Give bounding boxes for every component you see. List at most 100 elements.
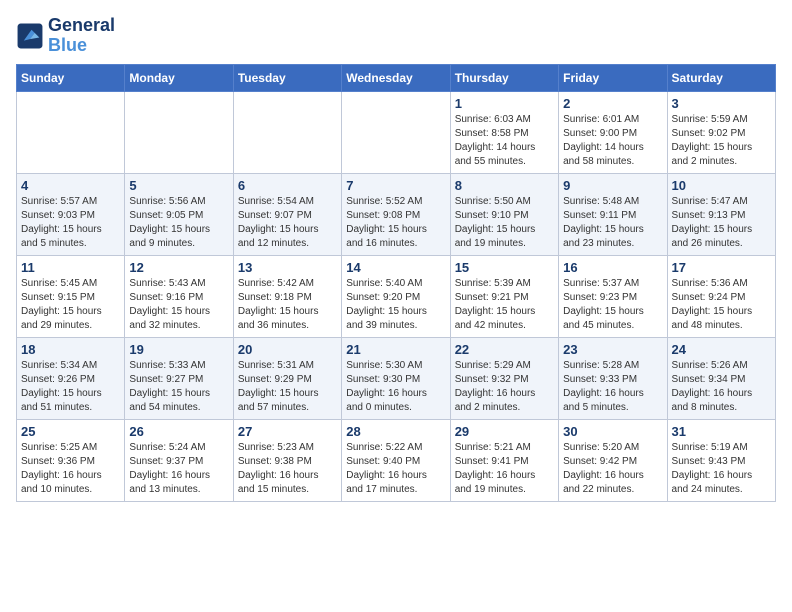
calendar-cell: 28 Sunrise: 5:22 AMSunset: 9:40 PMDayligh… — [342, 419, 450, 501]
day-header-wednesday: Wednesday — [342, 64, 450, 91]
day-info: Sunrise: 5:24 AMSunset: 9:37 PMDaylight:… — [129, 441, 228, 497]
day-info: Sunrise: 5:31 AMSunset: 9:29 PMDaylight:… — [238, 359, 337, 415]
calendar-cell: 1Sunrise: 6:03 AMSunset: 8:58 PMDaylight… — [450, 91, 558, 173]
day-info: Sunrise: 5:56 AMSunset: 9:05 PMDaylight:… — [129, 195, 228, 251]
day-number: 4 — [21, 178, 120, 193]
calendar-week-4: 18 Sunrise: 5:34 AMSunset: 9:26 PMDayligh… — [17, 337, 776, 419]
calendar-cell: 25 Sunrise: 5:25 AMSunset: 9:36 PMDayligh… — [17, 419, 125, 501]
day-info: Sunrise: 6:01 AMSunset: 9:00 PMDaylight:… — [563, 113, 662, 169]
day-info: Sunrise: 5:37 AMSunset: 9:23 PMDaylight:… — [563, 277, 662, 333]
calendar-cell: 11 Sunrise: 5:45 AMSunset: 9:15 PMDayligh… — [17, 255, 125, 337]
calendar-cell: 24Sunrise: 5:26 AMSunset: 9:34 PMDayligh… — [667, 337, 775, 419]
day-number: 29 — [455, 424, 554, 439]
calendar-week-5: 25 Sunrise: 5:25 AMSunset: 9:36 PMDayligh… — [17, 419, 776, 501]
calendar-cell: 13 Sunrise: 5:42 AMSunset: 9:18 PMDayligh… — [233, 255, 341, 337]
calendar-cell — [125, 91, 233, 173]
calendar-cell: 31Sunrise: 5:19 AMSunset: 9:43 PMDayligh… — [667, 419, 775, 501]
calendar-cell: 10 Sunrise: 5:47 AMSunset: 9:13 PMDayligh… — [667, 173, 775, 255]
calendar-cell: 6 Sunrise: 5:54 AMSunset: 9:07 PMDaylight… — [233, 173, 341, 255]
day-info: Sunrise: 5:36 AMSunset: 9:24 PMDaylight:… — [672, 277, 771, 333]
day-info: Sunrise: 5:25 AMSunset: 9:36 PMDaylight:… — [21, 441, 120, 497]
calendar-week-1: 1Sunrise: 6:03 AMSunset: 8:58 PMDaylight… — [17, 91, 776, 173]
calendar-cell: 4 Sunrise: 5:57 AMSunset: 9:03 PMDaylight… — [17, 173, 125, 255]
day-info: Sunrise: 5:52 AMSunset: 9:08 PMDaylight:… — [346, 195, 445, 251]
day-info: Sunrise: 5:39 AMSunset: 9:21 PMDaylight:… — [455, 277, 554, 333]
calendar-cell: 18 Sunrise: 5:34 AMSunset: 9:26 PMDayligh… — [17, 337, 125, 419]
calendar-cell: 16 Sunrise: 5:37 AMSunset: 9:23 PMDayligh… — [559, 255, 667, 337]
day-number: 20 — [238, 342, 337, 357]
calendar-cell: 22Sunrise: 5:29 AMSunset: 9:32 PMDayligh… — [450, 337, 558, 419]
day-info: Sunrise: 5:42 AMSunset: 9:18 PMDaylight:… — [238, 277, 337, 333]
day-info: Sunrise: 5:20 AMSunset: 9:42 PMDaylight:… — [563, 441, 662, 497]
day-info: Sunrise: 5:28 AMSunset: 9:33 PMDaylight:… — [563, 359, 662, 415]
day-info: Sunrise: 5:57 AMSunset: 9:03 PMDaylight:… — [21, 195, 120, 251]
day-number: 5 — [129, 178, 228, 193]
day-info: Sunrise: 5:47 AMSunset: 9:13 PMDaylight:… — [672, 195, 771, 251]
calendar-week-2: 4 Sunrise: 5:57 AMSunset: 9:03 PMDaylight… — [17, 173, 776, 255]
day-number: 7 — [346, 178, 445, 193]
calendar-week-3: 11 Sunrise: 5:45 AMSunset: 9:15 PMDayligh… — [17, 255, 776, 337]
calendar-cell: 5 Sunrise: 5:56 AMSunset: 9:05 PMDaylight… — [125, 173, 233, 255]
calendar-cell: 15 Sunrise: 5:39 AMSunset: 9:21 PMDayligh… — [450, 255, 558, 337]
day-info: Sunrise: 5:54 AMSunset: 9:07 PMDaylight:… — [238, 195, 337, 251]
day-header-thursday: Thursday — [450, 64, 558, 91]
day-number: 8 — [455, 178, 554, 193]
day-header-friday: Friday — [559, 64, 667, 91]
logo: General Blue — [16, 16, 115, 56]
calendar-cell: 29Sunrise: 5:21 AMSunset: 9:41 PMDayligh… — [450, 419, 558, 501]
day-number: 15 — [455, 260, 554, 275]
calendar-cell: 14 Sunrise: 5:40 AMSunset: 9:20 PMDayligh… — [342, 255, 450, 337]
calendar-cell: 21Sunrise: 5:30 AMSunset: 9:30 PMDayligh… — [342, 337, 450, 419]
day-number: 28 — [346, 424, 445, 439]
calendar-cell: 19 Sunrise: 5:33 AMSunset: 9:27 PMDayligh… — [125, 337, 233, 419]
page-header: General Blue — [16, 16, 776, 56]
calendar-cell: 8Sunrise: 5:50 AMSunset: 9:10 PMDaylight… — [450, 173, 558, 255]
logo-icon — [16, 22, 44, 50]
day-info: Sunrise: 5:30 AMSunset: 9:30 PMDaylight:… — [346, 359, 445, 415]
calendar-cell: 23 Sunrise: 5:28 AMSunset: 9:33 PMDayligh… — [559, 337, 667, 419]
day-number: 3 — [672, 96, 771, 111]
calendar-cell: 12Sunrise: 5:43 AMSunset: 9:16 PMDayligh… — [125, 255, 233, 337]
day-number: 16 — [563, 260, 662, 275]
day-info: Sunrise: 5:34 AMSunset: 9:26 PMDaylight:… — [21, 359, 120, 415]
calendar-cell: 7 Sunrise: 5:52 AMSunset: 9:08 PMDaylight… — [342, 173, 450, 255]
day-number: 30 — [563, 424, 662, 439]
calendar-cell: 9Sunrise: 5:48 AMSunset: 9:11 PMDaylight… — [559, 173, 667, 255]
day-header-tuesday: Tuesday — [233, 64, 341, 91]
calendar-cell: 30 Sunrise: 5:20 AMSunset: 9:42 PMDayligh… — [559, 419, 667, 501]
day-number: 6 — [238, 178, 337, 193]
day-info: Sunrise: 5:45 AMSunset: 9:15 PMDaylight:… — [21, 277, 120, 333]
calendar-cell: 3 Sunrise: 5:59 AMSunset: 9:02 PMDaylight… — [667, 91, 775, 173]
logo-text: General Blue — [48, 16, 115, 56]
day-number: 12 — [129, 260, 228, 275]
day-info: Sunrise: 6:03 AMSunset: 8:58 PMDaylight:… — [455, 113, 554, 169]
day-header-monday: Monday — [125, 64, 233, 91]
day-info: Sunrise: 5:22 AMSunset: 9:40 PMDaylight:… — [346, 441, 445, 497]
day-number: 9 — [563, 178, 662, 193]
day-number: 19 — [129, 342, 228, 357]
calendar-cell — [342, 91, 450, 173]
calendar-cell: 2Sunrise: 6:01 AMSunset: 9:00 PMDaylight… — [559, 91, 667, 173]
day-number: 23 — [563, 342, 662, 357]
calendar-table: SundayMondayTuesdayWednesdayThursdayFrid… — [16, 64, 776, 502]
day-info: Sunrise: 5:26 AMSunset: 9:34 PMDaylight:… — [672, 359, 771, 415]
day-number: 10 — [672, 178, 771, 193]
calendar-header-row: SundayMondayTuesdayWednesdayThursdayFrid… — [17, 64, 776, 91]
calendar-cell — [17, 91, 125, 173]
day-info: Sunrise: 5:23 AMSunset: 9:38 PMDaylight:… — [238, 441, 337, 497]
day-number: 17 — [672, 260, 771, 275]
day-number: 13 — [238, 260, 337, 275]
day-number: 14 — [346, 260, 445, 275]
calendar-cell: 26Sunrise: 5:24 AMSunset: 9:37 PMDayligh… — [125, 419, 233, 501]
calendar-cell: 27Sunrise: 5:23 AMSunset: 9:38 PMDayligh… — [233, 419, 341, 501]
day-info: Sunrise: 5:33 AMSunset: 9:27 PMDaylight:… — [129, 359, 228, 415]
calendar-cell: 20 Sunrise: 5:31 AMSunset: 9:29 PMDayligh… — [233, 337, 341, 419]
day-info: Sunrise: 5:29 AMSunset: 9:32 PMDaylight:… — [455, 359, 554, 415]
day-info: Sunrise: 5:40 AMSunset: 9:20 PMDaylight:… — [346, 277, 445, 333]
day-info: Sunrise: 5:59 AMSunset: 9:02 PMDaylight:… — [672, 113, 771, 169]
calendar-cell: 17 Sunrise: 5:36 AMSunset: 9:24 PMDayligh… — [667, 255, 775, 337]
day-number: 25 — [21, 424, 120, 439]
day-number: 11 — [21, 260, 120, 275]
day-number: 18 — [21, 342, 120, 357]
calendar-cell — [233, 91, 341, 173]
